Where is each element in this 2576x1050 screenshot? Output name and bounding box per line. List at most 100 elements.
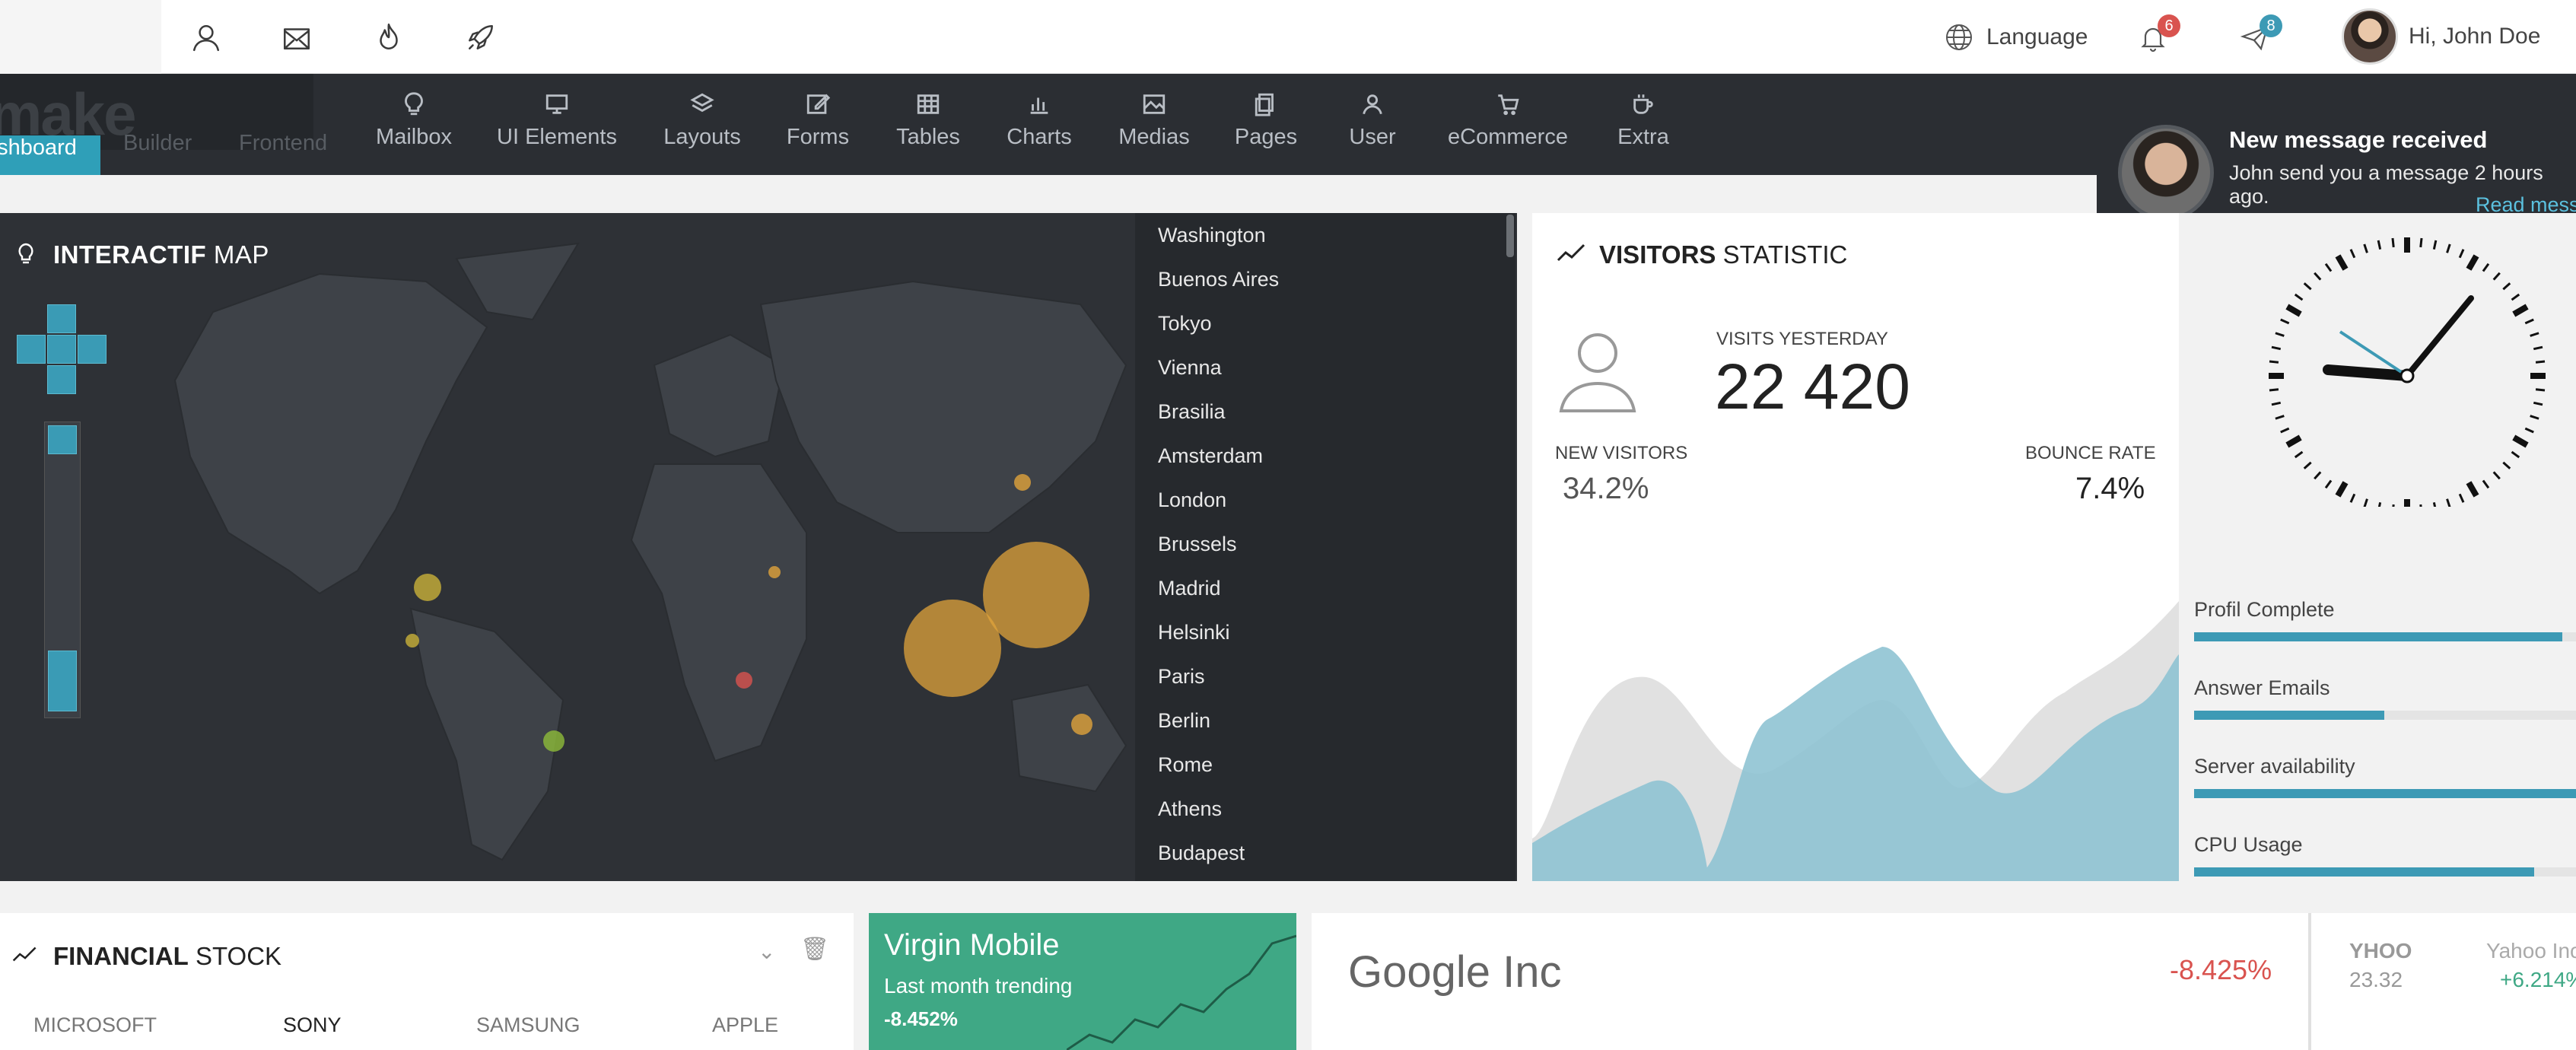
map-pan-down-button[interactable] (47, 365, 76, 394)
top-bar: Language 6 8 Hi, John Doe (0, 0, 2576, 74)
nav-item-forms[interactable]: Forms (772, 91, 863, 167)
city-list-item[interactable]: Rome (1135, 743, 1515, 787)
world-map[interactable] (0, 213, 1134, 881)
city-list-item[interactable]: Budapest (1135, 831, 1515, 875)
language-selector[interactable]: Language (1944, 18, 2088, 56)
trend-icon (1557, 243, 1585, 262)
city-list-item[interactable]: Brasilia (1135, 390, 1515, 434)
map-zoom-handle[interactable] (48, 651, 77, 711)
progress-label: Server availability (2194, 755, 2355, 778)
progress-fill (2194, 711, 2384, 720)
stock-tab-microsoft[interactable]: MICROSOFT (33, 1013, 157, 1037)
messages-button[interactable]: 8 (2240, 14, 2285, 56)
city-list-item[interactable]: Berlin (1135, 698, 1515, 743)
trend-icon (12, 947, 37, 962)
mail-icon[interactable] (278, 18, 316, 56)
layers-icon (690, 93, 714, 113)
stock-tab-sony[interactable]: SONY (283, 1013, 342, 1037)
map-pan-right-button[interactable] (78, 335, 107, 364)
chevron-down-icon[interactable]: ⌄ (758, 939, 775, 964)
visitors-title-bold: VISITORS (1599, 240, 1716, 269)
nav-item-ui-elements[interactable]: UI Elements (497, 91, 617, 167)
nav-item-extra[interactable]: Extra (1598, 91, 1689, 167)
city-list-item[interactable]: London (1135, 478, 1515, 522)
progress-fill (2194, 632, 2562, 641)
city-list[interactable]: Washington Buenos Aires Tokyo Vienna Brasili… (1135, 213, 1515, 881)
nav-item-label: eCommerce (1448, 125, 1568, 149)
map-title-bold: INTERACTIF (53, 240, 207, 269)
fire-icon[interactable] (370, 18, 408, 56)
notifications-button[interactable]: 6 (2138, 14, 2183, 56)
progress-item: Profil Complete (2194, 598, 2576, 641)
toast-avatar (2118, 125, 2214, 221)
city-list-item[interactable]: Amsterdam (1135, 434, 1515, 478)
nav-item-label: Tables (896, 125, 960, 149)
nav-item-pages[interactable]: Pages (1220, 91, 1312, 167)
virgin-sparkline (1067, 934, 1296, 1050)
visitors-title-rest: STATISTIC (1716, 240, 1848, 269)
map-zoom-slider[interactable] (44, 422, 81, 718)
nav-item-frontend[interactable]: Frontend (239, 131, 327, 156)
financial-stock-panel: FINANCIAL STOCK ⌄ 🗑 MICROSOFT SONY SAMSU… (0, 913, 854, 1050)
stock-tab-apple[interactable]: APPLE (712, 1013, 778, 1037)
edit-icon (806, 94, 831, 114)
nav-item-label: Medias (1118, 125, 1190, 149)
cart-icon (1498, 94, 1519, 116)
city-list-item[interactable]: Washington (1135, 213, 1515, 257)
map-pan-up-button[interactable] (47, 304, 76, 333)
top-bar-left-pad (0, 0, 161, 74)
progress-label: Profil Complete (2194, 598, 2335, 621)
map-home-button[interactable] (47, 335, 76, 364)
city-list-item[interactable]: Helsinki (1135, 610, 1515, 654)
city-list-item[interactable]: Athens (1135, 787, 1515, 831)
bounce-rate-value: 7.4% (2075, 472, 2145, 505)
nav-item-label: User (1349, 125, 1396, 149)
virgin-change: -8.452% (884, 1007, 958, 1030)
city-list-item[interactable]: Tokyo (1135, 301, 1515, 345)
analog-clock (2269, 237, 2546, 507)
city-list-scrollbar[interactable] (1506, 215, 1514, 257)
globe-icon (1946, 24, 1972, 50)
visits-yesterday-value: 22 420 (1715, 351, 1910, 422)
virgin-subtitle: Last month trending (884, 974, 1073, 998)
nav-item-builder[interactable]: Builder (123, 131, 192, 156)
nav-item-user[interactable]: User (1327, 91, 1418, 167)
nav-item-tables[interactable]: Tables (883, 91, 974, 167)
avatar (2342, 8, 2398, 65)
user-menu[interactable]: Hi, John Doe (2342, 6, 2540, 67)
tab-dashboard-label: ashboard (0, 135, 77, 160)
tab-dashboard[interactable]: ashboard (0, 135, 100, 175)
stock-tab-samsung[interactable]: SAMSUNG (476, 1013, 580, 1037)
map-title-rest: MAP (206, 240, 269, 269)
nav-item-ecommerce[interactable]: eCommerce (1448, 91, 1568, 167)
trash-icon[interactable]: 🗑 (800, 936, 829, 963)
city-list-item[interactable]: Paris (1135, 654, 1515, 698)
yahoo-company: Yahoo Inc (2486, 939, 2576, 963)
google-name: Google Inc (1348, 947, 1562, 997)
city-list-item[interactable]: Madrid (1135, 566, 1515, 610)
city-list-item[interactable]: Brussels (1135, 522, 1515, 566)
nav-item-layouts[interactable]: Layouts (657, 91, 748, 167)
progress-label: Answer Emails (2194, 676, 2330, 699)
bulb-icon (18, 243, 33, 264)
nav-item-charts[interactable]: Charts (994, 91, 1085, 167)
progress-fill (2194, 789, 2576, 798)
nav-item-label: Pages (1234, 125, 1298, 149)
yahoo-ticker: YHOO (2349, 939, 2412, 963)
city-list-item[interactable]: Vienna (1135, 345, 1515, 390)
yahoo-price: 23.32 (2349, 968, 2403, 991)
nav-item-mailbox[interactable]: Mailbox (368, 91, 460, 167)
yahoo-change: +6.214% (2500, 968, 2576, 991)
nav-item-medias[interactable]: Medias (1108, 91, 1200, 167)
yahoo-card: YHOO 23.32 Yahoo Inc +6.214% (2308, 913, 2576, 1050)
user-icon[interactable] (187, 18, 225, 56)
rocket-icon[interactable] (462, 18, 500, 56)
user-icon (1363, 94, 1382, 115)
google-card: Google Inc -8.425% (1312, 913, 2308, 1050)
city-list-item[interactable]: Buenos Aires (1135, 257, 1515, 301)
map-zoom-in-button[interactable] (48, 425, 77, 454)
nav-item-label: Mailbox (376, 125, 452, 149)
progress-item: CPU Usage (2194, 833, 2576, 877)
map-pan-left-button[interactable] (17, 335, 46, 364)
bar-chart-icon (1030, 97, 1048, 114)
